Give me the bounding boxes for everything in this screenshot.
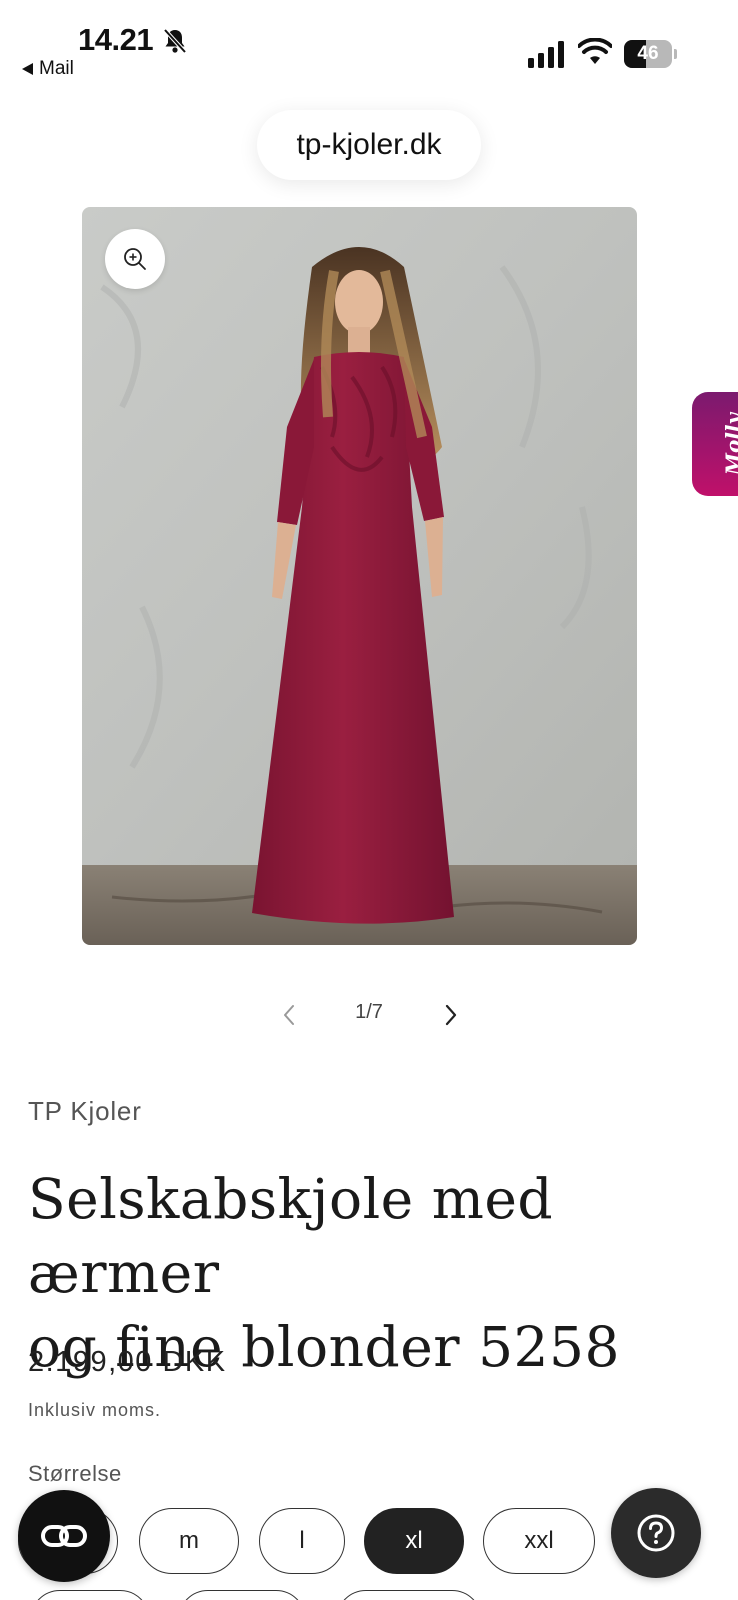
size-label: Størrelse (28, 1461, 122, 1486)
option-pill-partial[interactable] (178, 1590, 306, 1600)
help-button[interactable] (611, 1488, 701, 1578)
size-option-xl[interactable]: xl (364, 1508, 464, 1574)
back-label: Mail (39, 58, 74, 79)
chevron-left-icon[interactable] (278, 1001, 300, 1029)
product-vendor: TP Kjoler (28, 1096, 142, 1126)
address-url: tp-kjoler.dk (296, 128, 442, 161)
product-image[interactable] (82, 207, 637, 945)
option-pill-partial[interactable] (30, 1590, 150, 1600)
zoom-button[interactable] (105, 229, 165, 289)
molly-tab-label: Molly (721, 412, 738, 476)
option-pill-partial[interactable] (336, 1590, 482, 1600)
size-option-label: m (179, 1527, 199, 1554)
back-to-mail-link[interactable]: Mail (22, 58, 74, 80)
battery-level: 46 (637, 43, 659, 64)
back-triangle-icon (22, 63, 33, 75)
zoom-in-icon (124, 248, 146, 270)
cellular-signal-icon (528, 41, 564, 68)
image-counter: 1/7 (355, 1001, 383, 1023)
size-option-label: xxl (524, 1527, 554, 1554)
chevron-right-icon[interactable] (440, 1001, 462, 1029)
size-option-xxl[interactable]: xxl (483, 1508, 595, 1574)
question-mark-icon (637, 1514, 675, 1552)
size-option-label: xl (405, 1527, 423, 1554)
chat-button[interactable] (18, 1490, 110, 1582)
size-option-l[interactable]: l (259, 1508, 345, 1574)
product-price: 2.199,00 DKK (28, 1346, 227, 1378)
product-title-line1: Selskabskjole med ærmer (28, 1167, 554, 1305)
battery-icon: 46 (624, 40, 677, 68)
molly-side-tab[interactable]: Molly (692, 392, 738, 496)
status-time: 14.21 (78, 22, 154, 57)
address-bar[interactable]: tp-kjoler.dk (257, 110, 481, 180)
wifi-icon (578, 38, 612, 64)
chain-link-icon (41, 1525, 87, 1547)
bell-slash-icon (163, 28, 187, 54)
size-option-label: l (299, 1527, 305, 1554)
size-option-m[interactable]: m (139, 1508, 239, 1574)
image-pager: 1/7 (0, 995, 738, 1035)
tax-note: Inklusiv moms. (28, 1400, 162, 1420)
